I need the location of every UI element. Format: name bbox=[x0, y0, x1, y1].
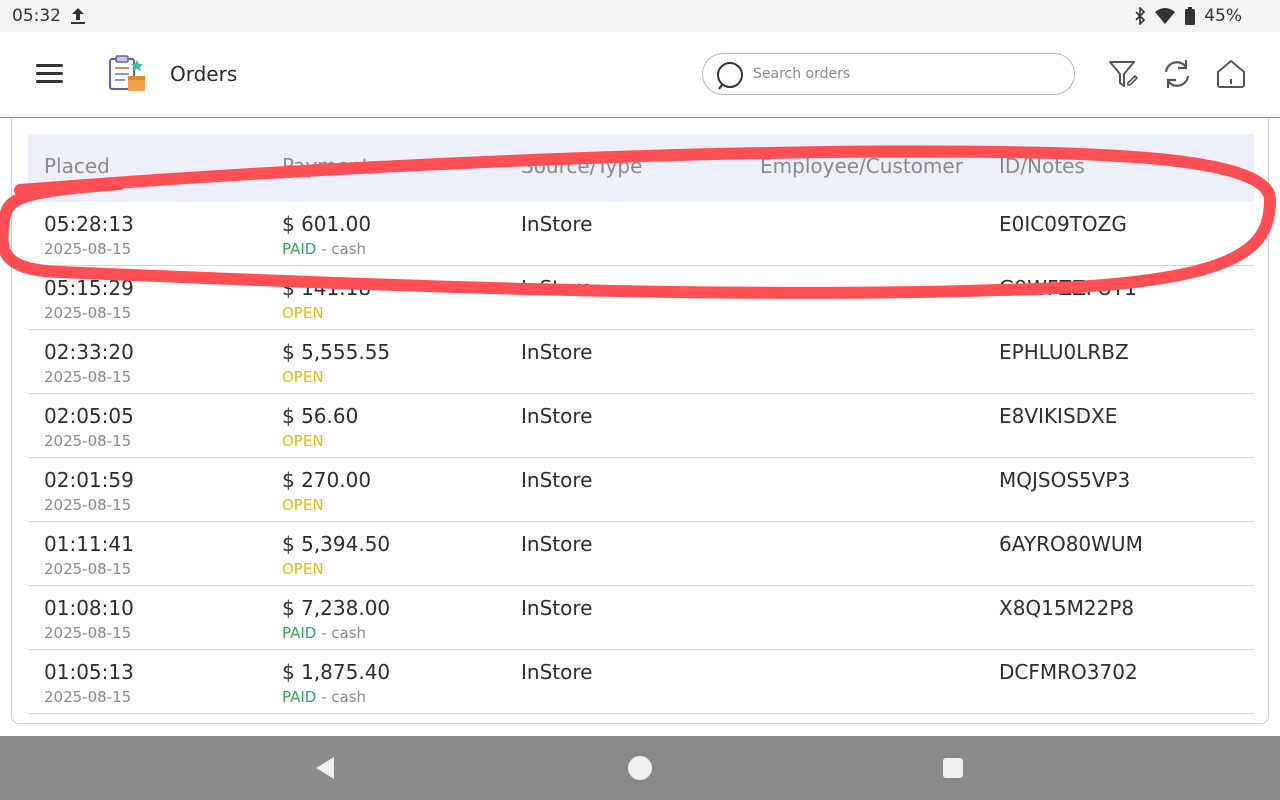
payment-method: - cash bbox=[321, 688, 367, 706]
payment-status: OPEN bbox=[282, 368, 324, 386]
table-row[interactable]: 01:11:41 2025-08-15 $ 5,394.50 OPEN InSt… bbox=[28, 522, 1254, 586]
order-date: 2025-08-15 bbox=[44, 368, 132, 386]
order-source: InStore bbox=[521, 532, 593, 556]
payment-status: PAID - cash bbox=[282, 240, 366, 258]
column-header-placed[interactable]: Placed bbox=[44, 154, 110, 178]
status-label: OPEN bbox=[282, 496, 324, 514]
column-header-id-notes[interactable]: ID/Notes bbox=[999, 154, 1085, 178]
order-source: InStore bbox=[521, 212, 593, 236]
recent-apps-icon[interactable] bbox=[943, 758, 963, 778]
battery-level: 45% bbox=[1204, 6, 1242, 26]
order-time: 02:33:20 bbox=[44, 340, 134, 364]
order-time: 05:15:29 bbox=[44, 276, 134, 300]
order-time: 01:05:13 bbox=[44, 660, 134, 684]
filter-edit-icon[interactable] bbox=[1106, 57, 1140, 91]
order-date: 2025-08-15 bbox=[44, 432, 132, 450]
order-time: 01:08:10 bbox=[44, 596, 134, 620]
orders-table-card: Placed Payment Source/Type Employee/Cust… bbox=[11, 118, 1269, 724]
status-time: 05:32 bbox=[12, 6, 61, 26]
order-id: E0IC09TOZG bbox=[999, 212, 1127, 236]
hamburger-menu-icon[interactable] bbox=[36, 64, 63, 84]
status-label: OPEN bbox=[282, 560, 324, 578]
order-id: 6AYRO80WUM bbox=[999, 532, 1143, 556]
order-id: E8VIKISDXE bbox=[999, 404, 1118, 428]
order-amount: $ 5,555.55 bbox=[282, 340, 391, 364]
order-date: 2025-08-15 bbox=[44, 240, 132, 258]
home-icon[interactable] bbox=[1214, 57, 1248, 91]
column-header-source-type[interactable]: Source/Type bbox=[521, 154, 642, 178]
order-date: 2025-08-15 bbox=[44, 304, 132, 322]
order-id: X8Q15M22P8 bbox=[999, 596, 1135, 620]
order-source: InStore bbox=[521, 340, 593, 364]
order-amount: $ 56.60 bbox=[282, 404, 359, 428]
status-label: OPEN bbox=[282, 432, 324, 450]
page-title: Orders bbox=[170, 62, 238, 86]
table-row[interactable]: 05:15:29 2025-08-15 $ 141.18 OPEN InStor… bbox=[28, 266, 1254, 330]
search-box[interactable] bbox=[702, 53, 1075, 95]
order-amount: $ 141.18 bbox=[282, 276, 372, 300]
payment-status: PAID - cash bbox=[282, 688, 366, 706]
order-date: 2025-08-15 bbox=[44, 496, 132, 514]
order-source: InStore bbox=[521, 276, 593, 300]
payment-status: OPEN bbox=[282, 432, 324, 450]
order-amount: $ 5,394.50 bbox=[282, 532, 391, 556]
home-circle-icon[interactable] bbox=[628, 756, 652, 780]
order-id: DCFMRO3702 bbox=[999, 660, 1138, 684]
order-source: InStore bbox=[521, 468, 593, 492]
order-source: InStore bbox=[521, 596, 593, 620]
battery-icon bbox=[1185, 7, 1196, 25]
order-time: 05:28:13 bbox=[44, 212, 134, 236]
status-label: OPEN bbox=[282, 368, 324, 386]
order-source: InStore bbox=[521, 404, 593, 428]
payment-status: PAID - cash bbox=[282, 624, 366, 642]
orders-clipboard-icon bbox=[109, 55, 145, 91]
table-row[interactable]: 02:01:59 2025-08-15 $ 270.00 OPEN InStor… bbox=[28, 458, 1254, 522]
order-id: EPHLU0LRBZ bbox=[999, 340, 1129, 364]
back-icon[interactable] bbox=[314, 756, 336, 780]
status-label: OPEN bbox=[282, 304, 324, 322]
order-source: InStore bbox=[521, 660, 593, 684]
column-header-payment[interactable]: Payment bbox=[282, 154, 370, 178]
column-header-employee-customer[interactable]: Employee/Customer bbox=[760, 154, 963, 178]
search-input[interactable] bbox=[753, 62, 1053, 86]
status-label: PAID bbox=[282, 240, 317, 258]
order-id: MQJSOS5VP3 bbox=[999, 468, 1131, 492]
upload-icon bbox=[71, 8, 85, 24]
table-row[interactable]: 05:28:13 2025-08-15 $ 601.00 PAID - cash… bbox=[28, 202, 1254, 266]
order-time: 02:05:05 bbox=[44, 404, 134, 428]
table-row[interactable]: 02:33:20 2025-08-15 $ 5,555.55 OPEN InSt… bbox=[28, 330, 1254, 394]
order-amount: $ 270.00 bbox=[282, 468, 372, 492]
status-label: PAID bbox=[282, 688, 317, 706]
system-navigation-bar bbox=[0, 736, 1280, 800]
order-id: G9WFZZFUY1 bbox=[999, 276, 1137, 300]
order-amount: $ 1,875.40 bbox=[282, 660, 391, 684]
payment-status: OPEN bbox=[282, 304, 324, 322]
wifi-icon bbox=[1155, 8, 1176, 24]
payment-status: OPEN bbox=[282, 496, 324, 514]
table-row[interactable]: 01:05:13 2025-08-15 $ 1,875.40 PAID - ca… bbox=[28, 650, 1254, 714]
system-status-bar: 05:32 45% bbox=[0, 0, 1280, 32]
order-time: 01:11:41 bbox=[44, 532, 134, 556]
payment-status: OPEN bbox=[282, 560, 324, 578]
order-amount: $ 7,238.00 bbox=[282, 596, 391, 620]
payment-method: - cash bbox=[321, 624, 367, 642]
payment-method: - cash bbox=[321, 240, 367, 258]
table-header: Placed Payment Source/Type Employee/Cust… bbox=[28, 134, 1254, 202]
app-bar: Orders bbox=[0, 32, 1280, 118]
status-indicators: 45% bbox=[1134, 6, 1242, 26]
refresh-icon[interactable] bbox=[1160, 57, 1194, 91]
order-date: 2025-08-15 bbox=[44, 624, 132, 642]
search-icon bbox=[717, 62, 743, 90]
status-label: PAID bbox=[282, 624, 317, 642]
table-row[interactable]: 02:05:05 2025-08-15 $ 56.60 OPEN InStore… bbox=[28, 394, 1254, 458]
order-time: 02:01:59 bbox=[44, 468, 134, 492]
bluetooth-icon bbox=[1135, 7, 1146, 25]
table-row[interactable]: 01:08:10 2025-08-15 $ 7,238.00 PAID - ca… bbox=[28, 586, 1254, 650]
order-date: 2025-08-15 bbox=[44, 688, 132, 706]
order-amount: $ 601.00 bbox=[282, 212, 372, 236]
order-date: 2025-08-15 bbox=[44, 560, 132, 578]
